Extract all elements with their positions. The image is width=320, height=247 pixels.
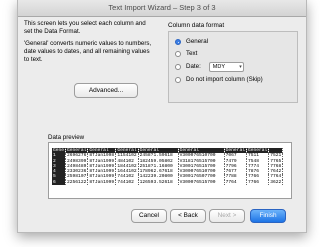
preview-row: 6 2256122 8fJan1999 744102 126593.52618 … (52, 179, 284, 186)
preview-cell: 7764 (268, 174, 284, 180)
preview-cell: 7521 (268, 153, 284, 159)
preview-cell: 6 (52, 179, 67, 186)
cancel-button[interactable]: Cancel (131, 209, 167, 223)
finish-button[interactable]: Finish (250, 209, 286, 223)
window-title: Text Import Wizard – Step 3 of 3 (18, 0, 306, 17)
chevron-down-icon: ▾ (239, 64, 242, 70)
preview-cell: 2696276 (65, 153, 89, 159)
radio-general[interactable]: General (175, 37, 208, 47)
date-format-value: MDY (212, 64, 226, 70)
column-format-group: General Text Date: MDY ▾ Do not import c… (168, 31, 298, 103)
radio-date[interactable]: Date: MDY ▾ (175, 62, 244, 72)
preview-cell: 2598107 (65, 174, 89, 180)
radio-skip-label: Do not import column (Skip) (186, 76, 263, 83)
back-button[interactable]: < Back (170, 209, 206, 223)
intro-line-1: This screen lets you select each column … (24, 20, 146, 35)
preview-table: Gene General General General General Gen… (52, 148, 284, 186)
preview-cell: 3622 (268, 179, 284, 186)
preview-cell: 8fJan1998 (87, 153, 117, 159)
radio-date-label: Date: (186, 63, 201, 70)
radio-skip[interactable]: Do not import column (Skip) (175, 75, 263, 85)
preview-cell: 8fJan1999 (87, 179, 117, 186)
intro-text: This screen lets you select each column … (24, 20, 154, 68)
radio-icon[interactable] (175, 64, 181, 70)
date-format-select[interactable]: MDY ▾ (208, 62, 244, 72)
data-preview-grid[interactable]: Gene General General General General Gen… (52, 148, 288, 195)
preview-cell: 7766 (246, 179, 270, 186)
preview-cell: 744102 (115, 179, 139, 186)
column-format-label: Column data format (168, 22, 225, 29)
data-preview-box: Gene General General General General Gen… (48, 142, 292, 199)
radio-text-label: Text (186, 50, 198, 57)
preview-cell: 142239.20800 (138, 174, 179, 180)
preview-cell: 2458?1.59618 (138, 153, 179, 159)
data-preview-label: Data preview (48, 134, 85, 141)
intro-line-2: 'General' converts numeric values to num… (24, 40, 152, 63)
preview-cell: V300076515700 (178, 179, 225, 186)
preview-cell: 1154102 (115, 153, 139, 159)
radio-selected-icon[interactable] (175, 39, 181, 45)
preview-cell: 8fJan1999 (87, 174, 117, 180)
preview-cell: 7764 (224, 179, 247, 186)
radio-icon[interactable] (175, 51, 181, 57)
advanced-button[interactable]: Advanced... (74, 83, 138, 98)
preview-cell: 126593.52618 (138, 179, 179, 186)
preview-cell: 2256122 (65, 179, 89, 186)
radio-text[interactable]: Text (175, 49, 197, 59)
radio-general-label: General (186, 38, 209, 45)
next-button[interactable]: Next > (209, 209, 245, 223)
radio-icon[interactable] (175, 77, 181, 83)
text-import-wizard-window: Text Import Wizard – Step 3 of 3 This sc… (17, 0, 307, 233)
